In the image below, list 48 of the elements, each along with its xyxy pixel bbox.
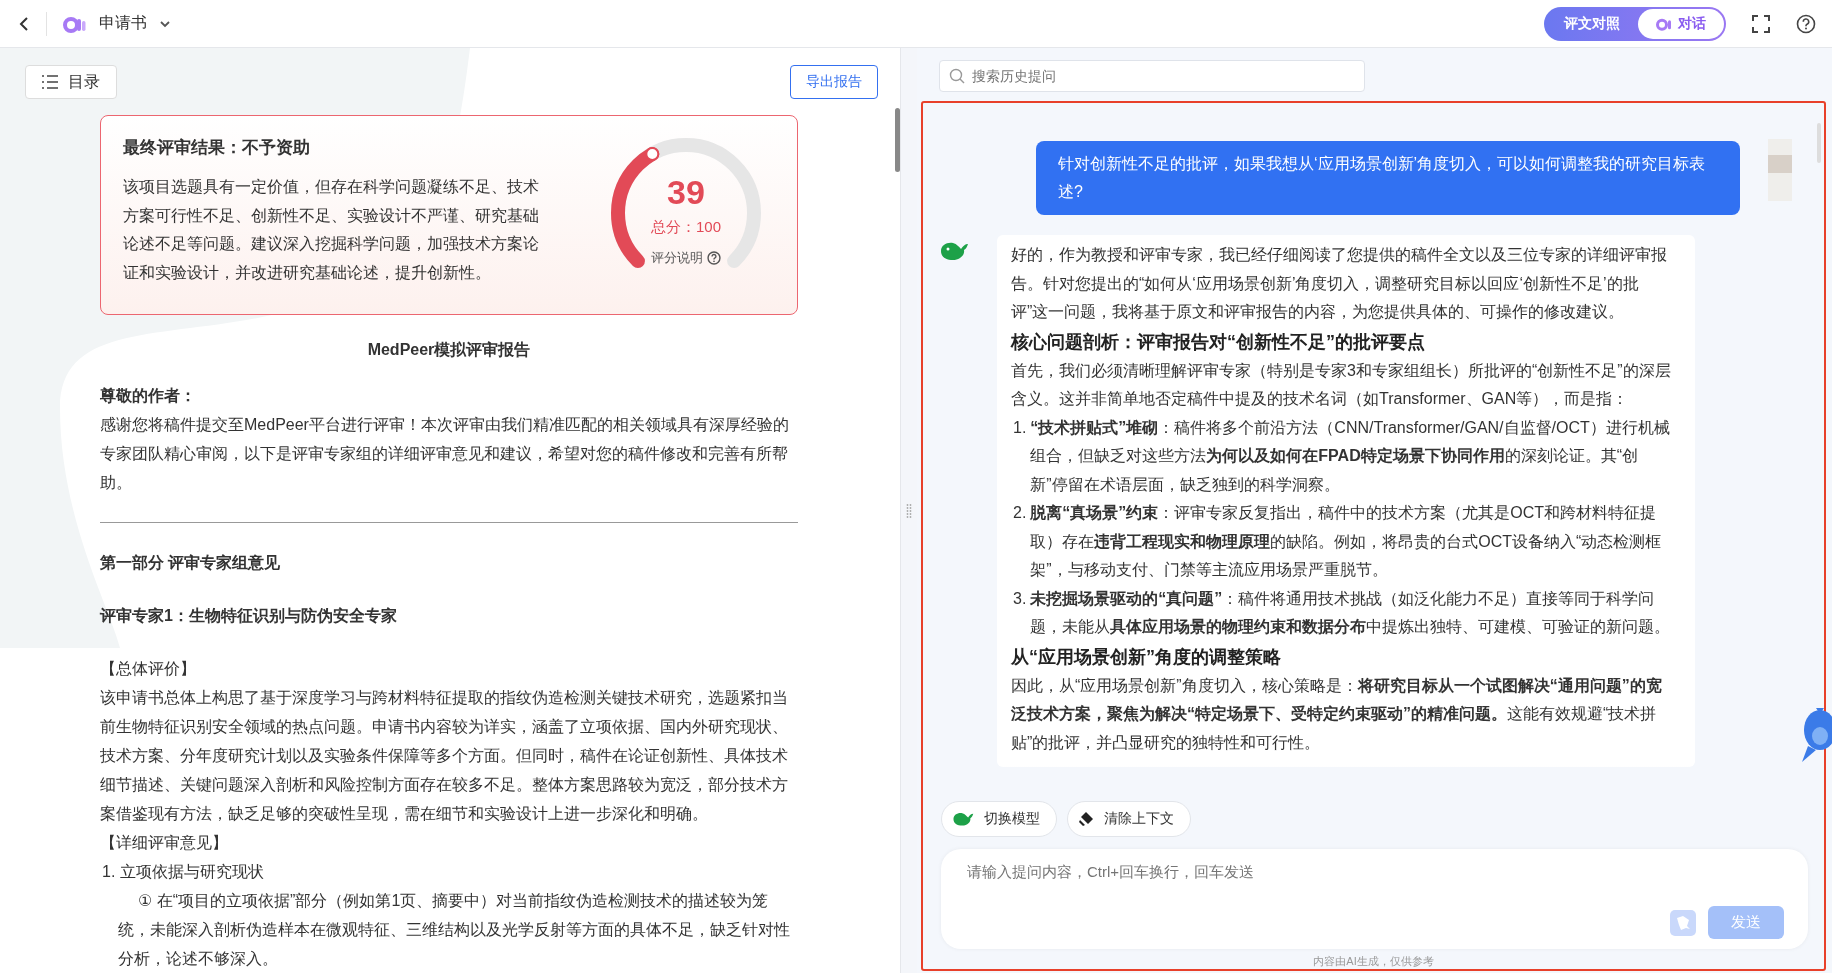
score-value: 39 <box>667 173 705 212</box>
report-paragraph: 【总体评价】 <box>100 659 197 679</box>
review-comment: ① 在“项目的立项依据”部分（例如第1页、摘要中）对当前指纹伪造检测技术的描述较为笼统，未能深入剖析伪造样本在微观特征、三维结构以及光学反射等方面的具体不足，缺乏针对性分析，论述不够深入。 <box>117 891 791 969</box>
ai-logo-icon <box>1656 16 1674 31</box>
table-of-contents-button[interactable]: 目录 <box>25 65 117 99</box>
list-number: 3. <box>1013 588 1027 609</box>
avatar-icon <box>1768 139 1792 201</box>
answer-paragraph: 因此，从“应用场景创新”角度切入，核心策略是：将研究目标从一个试图解决“通用问题”的宽泛技术方案，聚焦为解决“特定场景下、受特定约束驱动”的精准问题。这能有效规避“技术拼贴”的批评，并凸显研究的独特性和可行性。 <box>1011 675 1663 753</box>
score-explanation-link[interactable]: 评分说明 <box>651 249 721 267</box>
list-number: 1. <box>1013 417 1027 438</box>
view-tab[interactable]: 评文对照 <box>1546 8 1638 39</box>
answer-paragraph: 首先，我们必须清晰理解评审专家（特别是专家3和专家组组长）所批评的“创新性不足”的深层含义。这并非简单地否定稿件中提及的技术名词（如Transformer、GAN等），而是指： <box>1011 360 1672 409</box>
fullscreen-icon[interactable] <box>1752 14 1770 33</box>
resize-handle-icon[interactable] <box>906 502 912 519</box>
answer-heading: 从“应用场景创新”角度的调整策略 <box>1011 645 1282 669</box>
whale-icon <box>952 810 974 828</box>
answer-list-item: 未挖掘场景驱动的“真问题”：稿件将通用技术挑战（如泛化能力不足）直接等同于科学问题，未能从具体应用场景的物理约束和数据分布中提炼出独特、可建模、可验证的新问题。 <box>1030 588 1672 637</box>
answer-paragraph: 好的，作为教授和评审专家，我已经仔细阅读了您提供的稿件全文以及三位专家的详细评审报告。针对您提出的“如何从‘应用场景创新’角度切入，调整研究目标以回应‘创新性不足’的批评”这一问题，我将基于原文和评审报告的内容，为您提供具体的、可操作的修改建议。 <box>1011 245 1668 322</box>
export-report-button[interactable]: 导出报告 <box>790 65 878 99</box>
user-message: 针对创新性不足的批评，如果我想从‘应用场景创新’角度切入，可以如何调整我的研究目标表述? <box>1036 141 1740 215</box>
section-heading: 第一部分 评审专家组意见 <box>100 553 282 573</box>
list-icon <box>42 75 58 89</box>
report-paragraph: 感谢您将稿件提交至MedPeer平台进行评审！本次评审由我们精准匹配的相关领域具有深厚经验的专家团队精心审阅，以下是评审专家组的详细评审意见和建议，希望对您的稿件修改和完善有所帮助。 <box>100 415 790 493</box>
search-field[interactable]: 搜索历史提问 <box>939 60 1365 92</box>
dropdown-caret-icon[interactable] <box>159 18 171 29</box>
answer-list-item: “技术拼贴式”堆砌：稿件将多个前沿方法（CNN/Transformer/GAN/自监督/OCT）进行机械组合，但缺乏对这些方法为何以及如何在FPAD特定场景下协同作用的深刻论证。其“创新”停留在术语层面，缺乏独到的科学洞察。 <box>1030 417 1671 495</box>
ai-disclaimer: 内容由AI生成，仅供参考 <box>1312 954 1435 969</box>
clear-context-button[interactable]: 清除上下文 <box>1067 801 1191 837</box>
section-heading: 评审专家1：生物特征识别与防伪安全专家 <box>100 606 398 626</box>
result-summary: 该项目选题具有一定价值，但存在科学问题凝练不足、技术方案可行性不足、创新性不足、实验设计不严谨、研究基础论述不足等问题。建议深入挖掘科学问题，加强技术方案论证和实验设计，并改进研究基础论述，提升创新性。 <box>123 177 540 283</box>
report-paragraph: 【详细评审意见】 <box>100 833 229 853</box>
ai-logo-icon <box>63 14 87 33</box>
view-tab[interactable]: 对话 <box>1638 8 1724 39</box>
list-item: 1. 立项依据与研究现状 <box>101 862 265 882</box>
help-icon <box>707 251 721 265</box>
total-score: 总分：100 <box>651 218 721 237</box>
back-icon[interactable] <box>18 15 30 32</box>
eraser-icon <box>1078 811 1094 827</box>
salutation: 尊敬的作者： <box>100 386 197 406</box>
document-title: 申请书 <box>99 13 147 33</box>
report-title: MedPeer模拟评审报告 <box>366 340 532 360</box>
list-number: 2. <box>1013 503 1027 523</box>
result-title: 最终评审结果：不予资助 <box>123 137 311 159</box>
answer-list-item: 脱离“真场景”约束：评审专家反复指出，稿件中的技术方案（尤其是OCT和跨材料特征提取）存在违背工程现实和物理原理的缺陷。例如，将昂贵的台式OCT设备纳入“动态检测框架”，与移动支付、门禁等主流应用场景严重脱节。 <box>1030 503 1663 580</box>
answer-heading: 核心问题剖析：评审报告对“创新性不足”的批评要点 <box>1011 330 1426 354</box>
report-paragraph: 该申请书总体上构思了基于深度学习与跨材料特征提取的指纹伪造检测关键技术研究，选题紧扣当前生物特征识别安全领域的热点问题。申请书内容较为详实，涵盖了立项依据、国内外研究现状、技术方案、分年度研究计划以及实验条件保障等多个方面。但同时，稿件在论证创新性、具体技术细节描述、关键问题深入剖析和风险控制方面存在较多不足。整体方案思路较为宽泛，部分技术方案借鉴现有方法，缺乏足够的突破性呈现，需在细节和实验设计上进一步深化和明确。 <box>100 688 789 824</box>
switch-model-button[interactable]: 切换模型 <box>941 801 1057 837</box>
help-icon[interactable] <box>1796 13 1816 34</box>
